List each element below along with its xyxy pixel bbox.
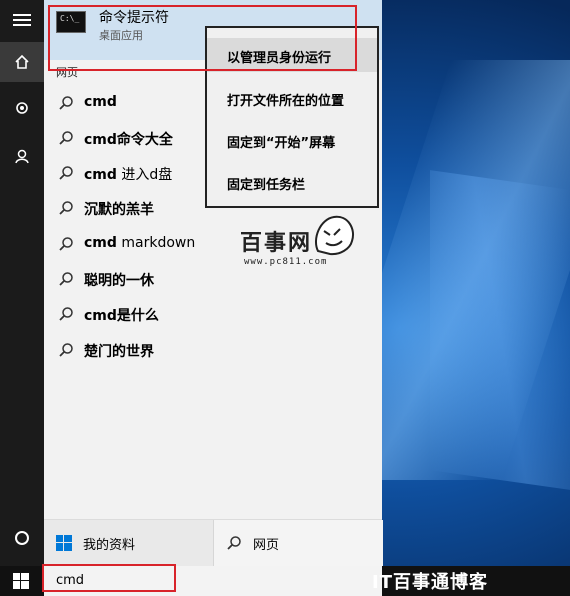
web-result-label: 聪明的一休 xyxy=(84,273,154,289)
annotation-search-box xyxy=(42,564,176,592)
search-icon xyxy=(227,536,241,550)
cortana-button[interactable] xyxy=(0,518,44,558)
search-icon xyxy=(59,307,73,321)
web-result-item[interactable]: 楚门的世界 xyxy=(44,333,382,368)
web-result-item[interactable]: 聪明的一休 xyxy=(44,262,382,297)
search-icon xyxy=(59,201,73,215)
hamburger-icon xyxy=(13,14,31,26)
web-result-label: 楚门的世界 xyxy=(84,344,154,360)
watermark-logo: 百事网 www.pc811.com xyxy=(240,215,354,267)
feedback-button[interactable] xyxy=(0,136,44,176)
tab-web[interactable]: 网页 xyxy=(213,520,383,567)
gear-icon xyxy=(16,102,28,114)
web-result-label: cmd xyxy=(84,94,117,110)
web-result-label: 沉默的羔羊 xyxy=(84,202,154,218)
cortana-circle-icon xyxy=(15,531,29,545)
web-result-label: cmd markdown xyxy=(84,235,196,251)
web-result-label: cmd是什么 xyxy=(84,308,159,324)
watermark-brand: 百事网 xyxy=(240,231,313,256)
hamburger-menu-button[interactable] xyxy=(0,0,44,40)
home-button[interactable] xyxy=(0,42,44,82)
mascot-icon xyxy=(315,215,354,256)
web-result-item[interactable]: cmd是什么 xyxy=(44,297,382,332)
settings-button[interactable] xyxy=(0,88,44,128)
start-left-rail xyxy=(0,0,44,566)
menu-item-open-file-location[interactable]: 打开文件所在的位置 xyxy=(207,81,377,115)
watermark-url: www.pc811.com xyxy=(244,257,328,267)
start-button-windows-icon[interactable] xyxy=(13,573,29,589)
tab-my-stuff[interactable]: 我的资料 xyxy=(44,520,212,567)
web-result-label: cmd命令大全 xyxy=(84,132,173,148)
tab-web-label: 网页 xyxy=(253,538,280,553)
annotation-highlight-box xyxy=(48,5,357,71)
web-result-label: cmd 进入d盘 xyxy=(84,167,173,183)
menu-item-pin-to-start[interactable]: 固定到“开始”屏幕 xyxy=(207,123,377,157)
search-scope-tabs: 我的资料 网页 xyxy=(44,519,383,567)
menu-item-pin-to-taskbar[interactable]: 固定到任务栏 xyxy=(207,165,377,199)
search-icon xyxy=(59,237,73,251)
wallpaper-light-beam-2 xyxy=(430,170,570,490)
feedback-icon xyxy=(15,149,29,164)
search-icon xyxy=(59,343,73,357)
search-icon xyxy=(59,166,73,180)
home-icon xyxy=(15,54,29,69)
search-icon xyxy=(59,96,73,110)
watermark-corner: IT百事通博客 xyxy=(372,572,488,593)
windows-logo-icon xyxy=(56,535,72,551)
tab-my-stuff-label: 我的资料 xyxy=(83,538,136,553)
search-icon xyxy=(59,272,73,286)
search-icon xyxy=(59,131,73,145)
